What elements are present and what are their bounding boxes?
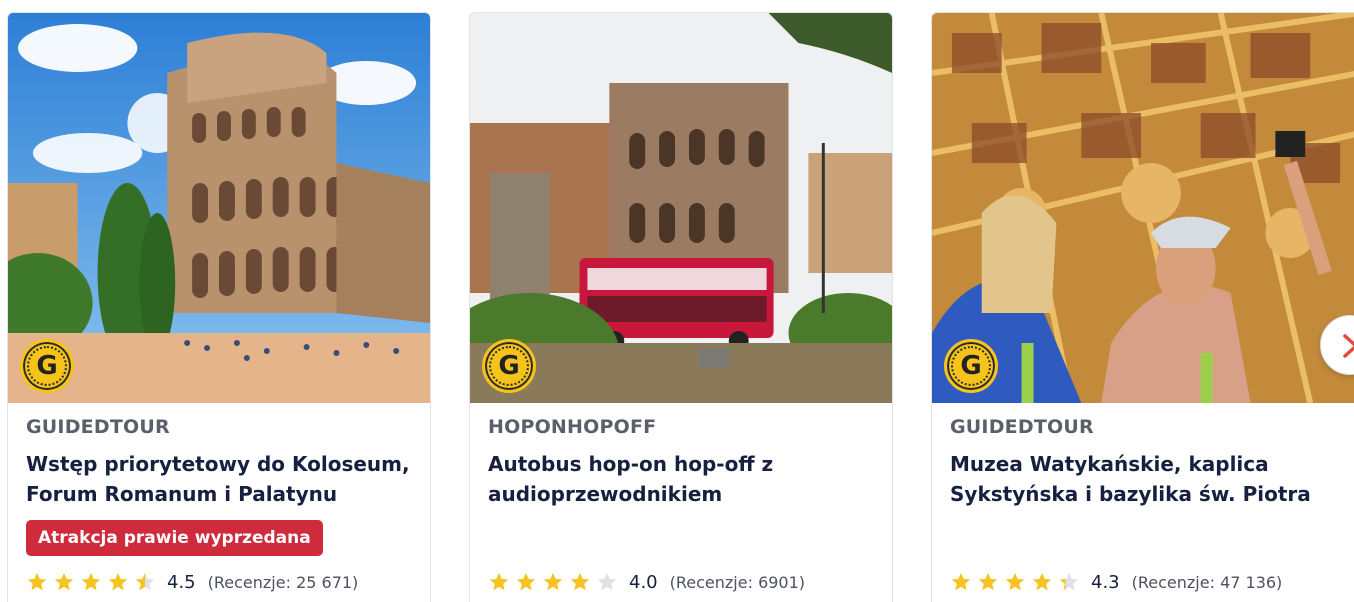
guide-badge-icon: G [482, 339, 536, 393]
rating-stars [26, 571, 161, 593]
activity-title[interactable]: Autobus hop-on hop-off z audioprzewodnik… [488, 449, 878, 509]
activity-photo-vatican[interactable]: G [932, 13, 1354, 403]
rating-row: 4.5 (Recenzje: 25 671) [26, 569, 358, 595]
activity-category: GUIDEDTOUR [950, 416, 1094, 438]
activity-category: HOPONHOPOFF [488, 416, 657, 438]
activity-photo-colosseum[interactable]: G [8, 13, 430, 403]
star-icon [978, 572, 998, 591]
star-icon [135, 572, 155, 591]
star-icon [1032, 572, 1052, 591]
guide-badge-icon: G [20, 339, 74, 393]
activity-carousel: G GUIDEDTOUR Wstęp priorytetowy do Kolos… [0, 0, 1354, 602]
rating-score: 4.0 [629, 571, 658, 593]
rating-row: 4.3 (Recenzje: 47 136) [950, 569, 1282, 595]
star-icon [543, 572, 563, 591]
activity-title[interactable]: Wstęp priorytetowy do Koloseum, Forum Ro… [26, 449, 416, 509]
badge-letter: G [489, 346, 529, 386]
rating-row: 4.0 (Recenzje: 6901) [488, 569, 805, 595]
star-icon [597, 572, 617, 591]
star-icon [516, 572, 536, 591]
rating-score: 4.5 [167, 571, 196, 593]
star-icon [1059, 572, 1079, 591]
star-icon [27, 572, 47, 591]
review-count: (Recenzje: 25 671) [207, 572, 359, 592]
star-icon [81, 572, 101, 591]
star-icon [570, 572, 590, 591]
badge-letter: G [27, 346, 67, 386]
rating-score: 4.3 [1091, 571, 1120, 593]
activity-title[interactable]: Muzea Watykańskie, kaplica Sykstyńska i … [950, 449, 1340, 509]
star-icon [951, 572, 971, 591]
chevron-right-icon [1343, 334, 1354, 358]
rating-stars [950, 571, 1085, 593]
activity-card[interactable]: G GUIDEDTOUR Muzea Watykańskie, kaplica … [931, 12, 1354, 602]
review-count: (Recenzje: 47 136) [1131, 572, 1283, 592]
star-icon [54, 572, 74, 591]
activity-photo-bus[interactable]: G [470, 13, 892, 403]
guide-badge-icon: G [944, 339, 998, 393]
activity-card[interactable]: G HOPONHOPOFF Autobus hop-on hop-off z a… [469, 12, 893, 602]
star-icon [489, 572, 509, 591]
activity-card[interactable]: G GUIDEDTOUR Wstęp priorytetowy do Kolos… [7, 12, 431, 602]
activity-category: GUIDEDTOUR [26, 416, 170, 438]
badge-letter: G [951, 346, 991, 386]
review-count: (Recenzje: 6901) [669, 572, 806, 592]
sold-out-alert-badge: Atrakcja prawie wyprzedana [26, 520, 323, 556]
rating-stars [488, 571, 623, 593]
star-icon [108, 572, 128, 591]
star-icon [1005, 572, 1025, 591]
